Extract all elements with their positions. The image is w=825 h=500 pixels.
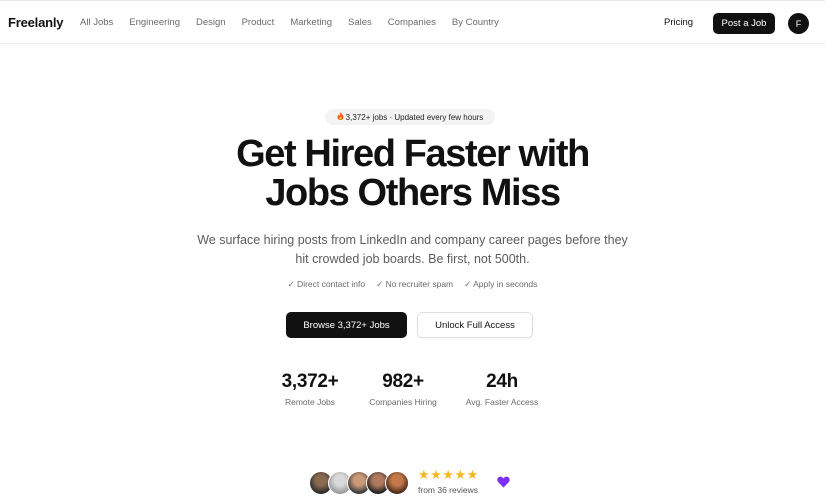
- pricing-link[interactable]: Pricing: [664, 17, 693, 28]
- stat-value: 3,372+: [281, 371, 339, 392]
- stat-companies-hiring: 982+ Companies Hiring: [358, 371, 448, 407]
- nav-product[interactable]: Product: [242, 17, 275, 28]
- stat-label: Companies Hiring: [369, 397, 437, 407]
- main-nav: All Jobs Engineering Design Product Mark…: [80, 17, 515, 28]
- logo[interactable]: Freelanly: [8, 15, 63, 30]
- nav-sales[interactable]: Sales: [348, 17, 372, 28]
- stat-label: Remote Jobs: [284, 397, 336, 407]
- stat-label: Avg. Faster Access: [465, 397, 539, 407]
- hero-headline: Get Hired Faster with Jobs Others Miss: [0, 135, 825, 213]
- headline-line-2: Jobs Others Miss: [265, 172, 561, 214]
- nav-marketing[interactable]: Marketing: [290, 17, 332, 28]
- avatar: [385, 471, 409, 495]
- nav-engineering[interactable]: Engineering: [129, 17, 180, 28]
- reviewer-avatars: [309, 471, 409, 495]
- reviews-count: from 36 reviews: [418, 485, 478, 495]
- purple-heart-icon: [497, 476, 510, 491]
- hero-subtitle: We surface hiring posts from LinkedIn an…: [197, 233, 628, 266]
- check-apply-seconds: ✓ Apply in seconds: [464, 279, 538, 289]
- site-header: Freelanly All Jobs Engineering Design Pr…: [0, 1, 825, 44]
- badge-text: 3,372+ jobs · Updated every few hours: [345, 112, 484, 122]
- nav-all-jobs[interactable]: All Jobs: [80, 17, 113, 28]
- rating-stars-icon: ★★★★★: [418, 467, 479, 482]
- nav-companies[interactable]: Companies: [388, 17, 436, 28]
- stat-value: 24h: [486, 371, 518, 392]
- jobs-count-badge: 3,372+ jobs · Updated every few hours: [325, 109, 495, 125]
- stat-value: 982+: [382, 371, 424, 392]
- post-job-button[interactable]: Post a Job: [713, 13, 775, 34]
- check-direct-contact: ✓ Direct contact info: [287, 279, 366, 289]
- nav-by-country[interactable]: By Country: [452, 17, 499, 28]
- feature-checks: ✓ Direct contact info ✓ No recruiter spa…: [0, 279, 825, 290]
- browse-jobs-button[interactable]: Browse 3,372+ Jobs: [286, 312, 407, 338]
- unlock-access-button[interactable]: Unlock Full Access: [417, 312, 533, 338]
- user-avatar-button[interactable]: F: [788, 13, 809, 34]
- check-no-spam: ✓ No recruiter spam: [376, 279, 454, 289]
- stat-faster-access: 24h Avg. Faster Access: [456, 371, 548, 407]
- headline-line-1: Get Hired Faster with: [236, 133, 590, 175]
- fire-icon: [337, 112, 344, 122]
- nav-design[interactable]: Design: [196, 17, 226, 28]
- stat-remote-jobs: 3,372+ Remote Jobs: [270, 371, 350, 407]
